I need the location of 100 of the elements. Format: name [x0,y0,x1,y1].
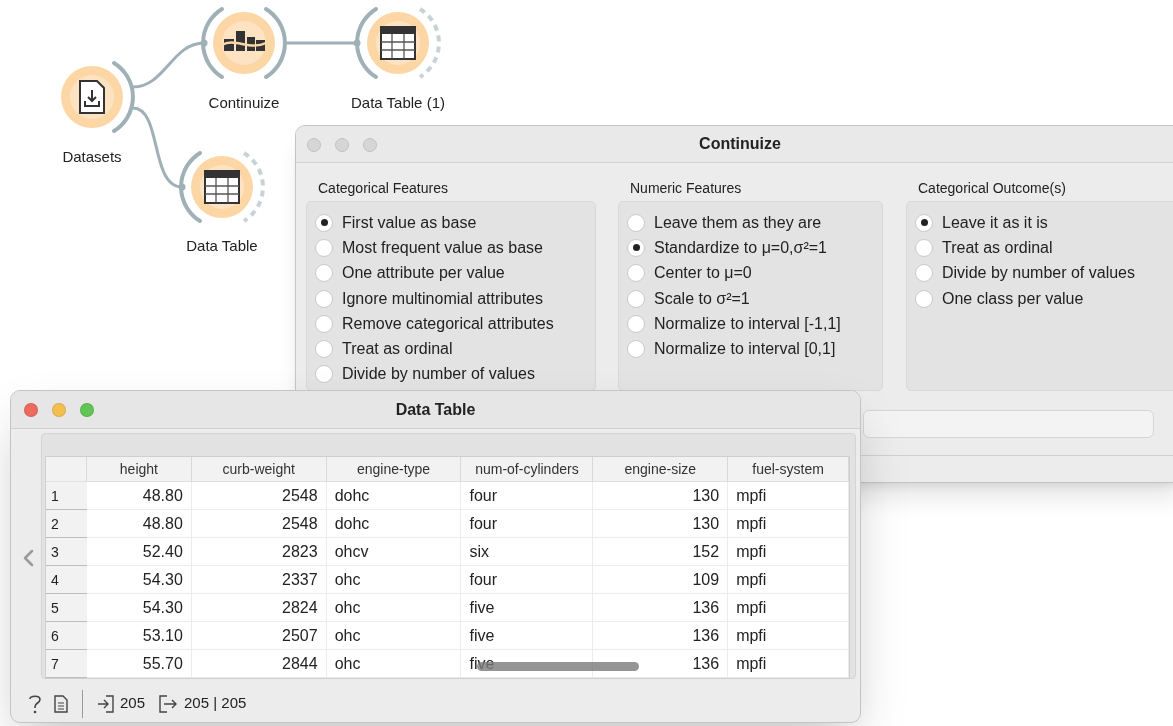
radio-button[interactable] [315,264,333,283]
radio-label[interactable]: Ignore multinomial attributes [342,286,543,311]
table-cell: 48.80 [86,482,192,510]
radio-button[interactable] [627,264,645,283]
table-icon [204,170,240,204]
document-icon[interactable] [54,694,68,713]
table-cell: ohc [326,622,462,650]
radio-label[interactable]: Normalize to interval [-1,1] [654,311,841,336]
table-cell: 2823 [191,538,327,566]
row-number[interactable]: 7 [46,650,87,678]
column-header[interactable]: curb-weight [191,457,327,481]
row-number[interactable]: 1 [46,482,87,510]
table-cell: 54.30 [86,566,192,594]
bar-wave-icon [221,31,267,51]
radio-label[interactable]: Center to μ=0 [654,261,752,286]
table-cell: 2548 [191,510,327,538]
radio-button[interactable] [315,340,333,359]
table-cell: ohc [326,650,462,678]
radio-label[interactable]: One attribute per value [342,261,505,286]
radio-button[interactable] [315,238,333,257]
radio-button[interactable] [315,289,333,308]
table-cell: 54.30 [86,594,192,622]
table-cell: mpfi [728,538,849,566]
table-cell: 53.10 [86,622,192,650]
help-icon[interactable] [28,693,42,714]
table-cell: 48.80 [86,510,192,538]
row-number[interactable]: 2 [46,510,87,538]
table-cell: five [461,622,594,650]
radio-button[interactable] [627,314,645,333]
radio-button[interactable] [627,238,645,257]
radio-label[interactable]: Leave them as they are [654,210,822,235]
radio-button[interactable] [915,264,933,283]
radio-button[interactable] [915,238,933,257]
table-cell: 52.40 [86,538,192,566]
radio-label[interactable]: Leave it as it is [942,210,1048,235]
node-label: Data Table [186,235,258,256]
radio-label[interactable]: One class per value [942,286,1084,311]
table-cell: 2844 [191,650,327,678]
widget-node[interactable] [61,61,135,133]
table-cell: 136 [593,622,729,650]
row-number[interactable]: 5 [46,594,87,622]
radio-label[interactable]: Divide by number of values [942,261,1135,286]
chevron-left-icon[interactable] [22,549,34,567]
radio-button[interactable] [315,213,333,232]
window-control[interactable] [363,138,377,152]
table-cell: dohc [326,510,462,538]
column-header[interactable]: engine-type [326,457,462,481]
row-number[interactable]: 3 [46,538,87,566]
radio-label[interactable]: Divide by number of values [342,362,535,387]
table-cell: mpfi [728,566,849,594]
table-cell: 130 [593,510,729,538]
radio-label[interactable]: Remove categorical attributes [342,311,554,336]
column-header[interactable]: fuel-system [728,457,849,481]
group-title: Categorical Features [317,179,449,198]
window-title: Data Table [395,399,476,420]
table-cell: 130 [593,482,729,510]
radio-label[interactable]: First value as base [342,210,477,235]
input-count: 205 [120,693,146,714]
column-header[interactable]: engine-size [593,457,729,481]
widget-node[interactable] [355,7,441,79]
radio-label[interactable]: Treat as ordinal [942,235,1053,260]
radio-label[interactable]: Scale to σ²=1 [654,286,750,311]
table-cell: five [461,594,594,622]
radio-label[interactable]: Most frequent value as base [342,235,543,260]
table-cell: 2507 [191,622,327,650]
radio-label[interactable]: Normalize to interval [0,1] [654,337,836,362]
node-label: Data Table (1) [351,92,445,113]
table-cell: ohc [326,566,462,594]
table-cell: four [461,482,594,510]
row-number[interactable]: 4 [46,566,87,594]
radio-button[interactable] [315,314,333,333]
table-cell: mpfi [728,510,849,538]
table-cell: ohc [326,594,462,622]
radio-button[interactable] [627,340,645,359]
table-cell: mpfi [728,622,849,650]
radio-label[interactable]: Standardize to μ=0,σ²=1 [654,235,827,260]
table-cell: mpfi [728,482,849,510]
table-cell: 2824 [191,594,327,622]
group-title: Categorical Outcome(s) [917,179,1067,198]
radio-button[interactable] [315,365,333,384]
column-header[interactable]: height [86,457,192,481]
radio-button[interactable] [915,213,933,232]
widget-node[interactable] [201,7,287,79]
table-cell: mpfi [728,650,849,678]
row-number[interactable]: 6 [46,622,87,650]
widget-node[interactable] [179,151,265,223]
window-control[interactable] [307,138,321,152]
window-control[interactable] [335,138,349,152]
group-title: Numeric Features [629,179,743,198]
column-header[interactable]: num-of-cylinders [461,457,594,481]
radio-button[interactable] [915,289,933,308]
radio-button[interactable] [627,289,645,308]
radio-label[interactable]: Treat as ordinal [342,337,453,362]
window-title: Continuize [699,134,781,154]
radio-button[interactable] [627,213,645,232]
table-cell: four [461,510,594,538]
node-label: Datasets [62,146,122,167]
table-cell: mpfi [728,594,849,622]
output-icon [159,694,179,713]
table-cell: six [461,538,594,566]
